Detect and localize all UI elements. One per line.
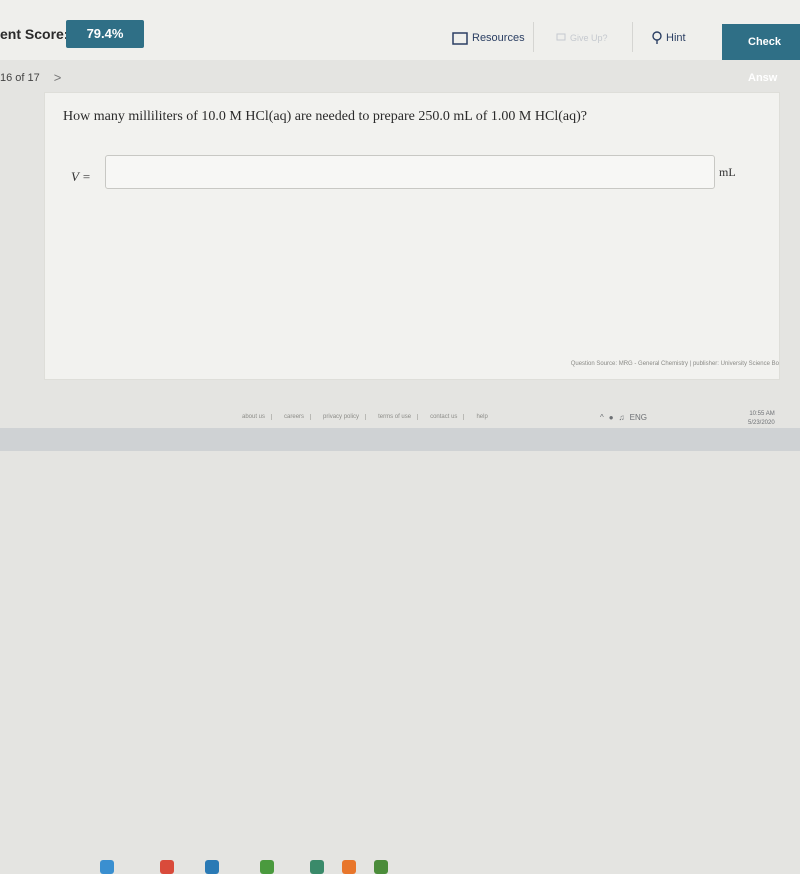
score-label: ent Score: [0, 26, 69, 42]
answer-unit: mL [719, 165, 736, 179]
flag-icon [556, 33, 566, 40]
app-icon[interactable] [374, 860, 388, 874]
os-taskbar [0, 428, 800, 874]
footer-link-contact[interactable]: contact us [424, 414, 465, 420]
clock-date: 5/23/2020 [748, 420, 775, 426]
clock-time: 10:55 AM [749, 411, 775, 417]
next-question-icon[interactable]: > [54, 70, 62, 85]
question-source: Question Source: MRG - General Chemistry… [570, 361, 779, 367]
chevron-up-icon[interactable]: ^ [600, 413, 604, 422]
question-progress: 16 of 17 > [0, 70, 61, 85]
answer-input[interactable] [105, 155, 715, 189]
give-up-label: Give Up? [570, 33, 608, 43]
footer-link-about[interactable]: about us [236, 414, 273, 420]
footer-link-terms[interactable]: terms of use [372, 414, 419, 420]
system-clock[interactable]: 10:55 AM 5/23/2020 [748, 410, 775, 428]
question-card: How many milliliters of 10.0 M HCl(aq) a… [44, 92, 780, 380]
network-icon[interactable]: ● [609, 413, 614, 422]
assignment-toolbar: ent Score: 79.4% Resources Give Up? Hint… [0, 0, 800, 84]
score-badge: 79.4% [66, 20, 144, 48]
firefox-icon[interactable] [342, 860, 356, 874]
footer-links: about us careers privacy policy terms of… [236, 414, 494, 420]
edge-icon[interactable] [100, 860, 114, 874]
give-up-button[interactable]: Give Up? [556, 28, 608, 48]
toolbar-divider [533, 22, 534, 52]
chrome-icon[interactable] [160, 860, 174, 874]
store-icon[interactable] [260, 860, 274, 874]
footer-link-privacy[interactable]: privacy policy [317, 414, 367, 420]
folder-icon [452, 31, 468, 45]
system-tray: ^ ● ♫ ENG [600, 413, 647, 422]
resources-label: Resources [472, 32, 525, 44]
footer-link-careers[interactable]: careers [278, 414, 312, 420]
question-text: How many milliliters of 10.0 M HCl(aq) a… [63, 109, 587, 124]
hint-label: Hint [666, 32, 686, 44]
footer-link-help[interactable]: help [470, 414, 493, 420]
lightbulb-icon [652, 31, 662, 44]
app-icon[interactable] [310, 860, 324, 874]
language-indicator[interactable]: ENG [630, 413, 647, 422]
volume-icon[interactable]: ♫ [619, 413, 625, 422]
resources-button[interactable]: Resources [452, 28, 525, 48]
check-answer-button[interactable]: Check Answ [722, 24, 800, 84]
answer-label: V = [71, 169, 91, 184]
hint-button[interactable]: Hint [652, 28, 686, 48]
progress-label: 16 of 17 [0, 71, 40, 84]
file-explorer-icon[interactable] [205, 860, 219, 874]
toolbar-divider [632, 22, 633, 52]
